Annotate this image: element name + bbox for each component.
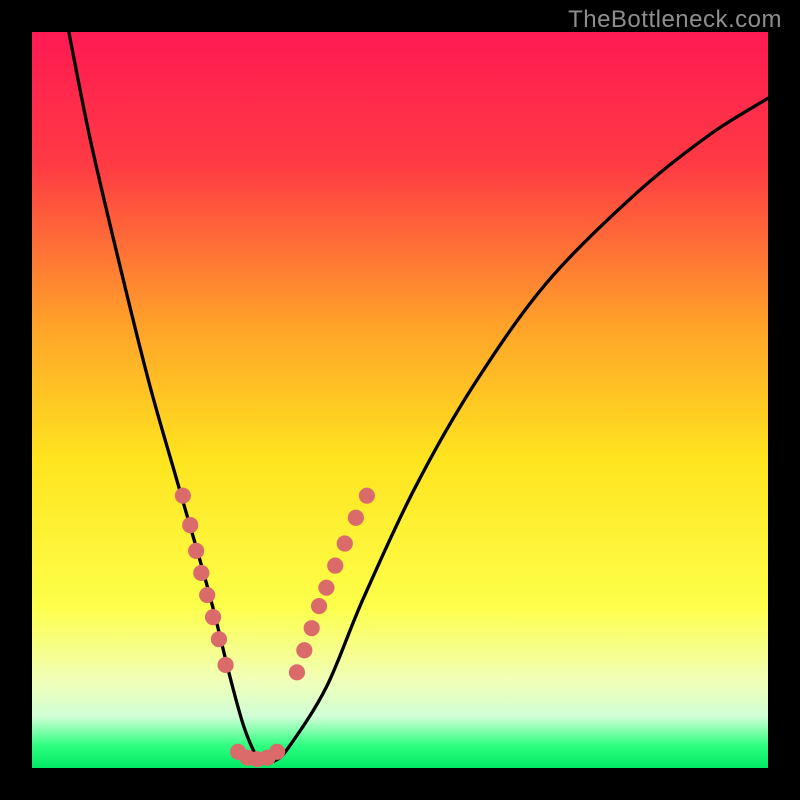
scatter-dot — [348, 510, 364, 526]
scatter-dot — [199, 587, 215, 603]
scatter-dot — [337, 535, 353, 551]
chart-frame: TheBottleneck.com — [0, 0, 800, 800]
watermark-text: TheBottleneck.com — [568, 6, 782, 34]
plot-area — [32, 32, 768, 768]
scatter-dot — [304, 620, 320, 636]
scatter-dot — [327, 558, 343, 574]
scatter-dot — [193, 565, 209, 581]
scatter-dot — [318, 580, 334, 596]
scatter-dot — [205, 609, 221, 625]
scatter-dot — [188, 543, 204, 559]
scatter-dot — [311, 598, 327, 614]
scatter-dot — [217, 657, 233, 673]
bottleneck-curve — [32, 32, 768, 768]
scatter-dot — [269, 744, 285, 760]
scatter-dot — [211, 631, 227, 647]
scatter-dot — [296, 642, 312, 658]
scatter-dot — [359, 488, 375, 504]
scatter-dot — [182, 517, 198, 533]
scatter-dot — [289, 664, 305, 680]
scatter-dot — [175, 488, 191, 504]
